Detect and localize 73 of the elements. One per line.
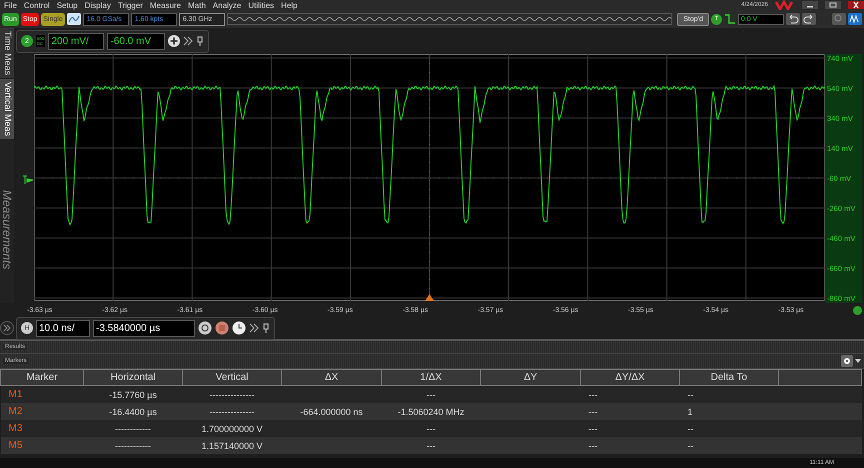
add-icon[interactable] bbox=[168, 35, 180, 47]
minimize-button[interactable] bbox=[802, 1, 818, 9]
undo-icon[interactable] bbox=[786, 13, 800, 25]
menu-item[interactable]: Utilities bbox=[248, 0, 274, 10]
pin-icon[interactable] bbox=[196, 36, 204, 46]
pin-icon[interactable] bbox=[262, 323, 270, 333]
close-button[interactable] bbox=[848, 1, 864, 9]
channel-indicator-icon bbox=[853, 306, 862, 314]
marker-name: M2 bbox=[8, 406, 22, 417]
table-cell: --- bbox=[588, 424, 598, 434]
menu-item[interactable]: Setup bbox=[56, 0, 78, 10]
marker-name: M5 bbox=[8, 440, 22, 451]
table-cell: -16.4400 µs bbox=[109, 406, 157, 416]
table-cell: -1.5060240 MHz bbox=[398, 406, 464, 416]
autoscale-button[interactable] bbox=[66, 13, 81, 25]
menu-item[interactable]: Math bbox=[188, 0, 206, 10]
table-cell: --- bbox=[588, 406, 598, 416]
settings-icon[interactable] bbox=[841, 355, 853, 367]
menu-item[interactable]: Measure bbox=[150, 0, 181, 10]
table-cell: -- bbox=[688, 424, 694, 434]
vertical-scale-field[interactable]: 200 mV/ bbox=[48, 32, 104, 50]
menu-item[interactable]: Display bbox=[84, 0, 111, 10]
time-position-field[interactable]: -3.5840000 µs bbox=[93, 320, 195, 336]
side-tab[interactable]: Vertical Meas bbox=[0, 79, 14, 140]
trigger-level-icon bbox=[22, 174, 34, 186]
vertical-offset-field[interactable]: -60.0 mV bbox=[107, 32, 166, 50]
table-cell: 1.157140000 V bbox=[201, 440, 263, 450]
column-header: Delta To bbox=[680, 370, 778, 386]
table-cell: --------------- bbox=[210, 390, 254, 400]
table-cell: -- bbox=[688, 440, 694, 450]
record-icon[interactable] bbox=[215, 321, 229, 335]
time-scale-field[interactable]: 10.0 ns/ bbox=[36, 320, 90, 336]
table-cell: --- bbox=[588, 390, 598, 400]
trigger-time-icon bbox=[425, 294, 434, 301]
dropdown-caret-icon[interactable] bbox=[855, 359, 861, 363]
column-header: ΔY bbox=[480, 370, 580, 386]
logo-icon bbox=[775, 0, 795, 10]
menu-item[interactable]: Help bbox=[281, 0, 298, 10]
table-cell: 1 bbox=[688, 406, 693, 416]
table-cell: -664.000000 ns bbox=[300, 406, 363, 416]
side-tab[interactable]: Time Meas bbox=[0, 28, 14, 78]
table-cell: --- bbox=[588, 440, 598, 450]
chevron-icon[interactable] bbox=[249, 323, 259, 333]
marker-name: M3 bbox=[8, 423, 22, 434]
table-cell: 1.700000000 V bbox=[201, 424, 263, 434]
chevron-icon[interactable] bbox=[183, 36, 194, 46]
column-header: Marker bbox=[0, 370, 84, 386]
menu-item[interactable]: Control bbox=[24, 0, 50, 10]
maximize-button[interactable] bbox=[825, 1, 841, 9]
table-cell: --------------- bbox=[210, 406, 254, 416]
table-cell: ------------ bbox=[115, 424, 151, 434]
zoom-icon[interactable] bbox=[198, 321, 212, 335]
column-header: 1/ΔX bbox=[382, 370, 480, 386]
menu-item[interactable]: Trigger bbox=[118, 0, 143, 10]
marker-name: M1 bbox=[8, 389, 22, 400]
side-panel-label: Measurements bbox=[0, 190, 14, 270]
table-cell: --- bbox=[426, 440, 436, 450]
table-cell: --- bbox=[426, 390, 436, 400]
table-cell: ------------ bbox=[115, 440, 151, 450]
column-header: ΔX bbox=[282, 370, 382, 386]
table-cell: -15.7760 µs bbox=[109, 390, 157, 400]
column-header: Horizontal bbox=[84, 370, 182, 386]
table-cell: --- bbox=[426, 424, 436, 434]
expand-icon[interactable] bbox=[0, 321, 14, 335]
rising-edge-icon[interactable] bbox=[724, 13, 736, 25]
table-cell: -- bbox=[688, 390, 694, 400]
menu-item[interactable]: Analyze bbox=[212, 0, 242, 10]
column-header: ΔY/ΔX bbox=[580, 370, 680, 386]
redo-icon[interactable] bbox=[802, 13, 816, 25]
column-header: Vertical bbox=[182, 370, 282, 386]
waveform-icon[interactable] bbox=[848, 13, 862, 25]
clock-icon[interactable] bbox=[232, 321, 246, 335]
menu-item[interactable]: File bbox=[4, 0, 17, 10]
